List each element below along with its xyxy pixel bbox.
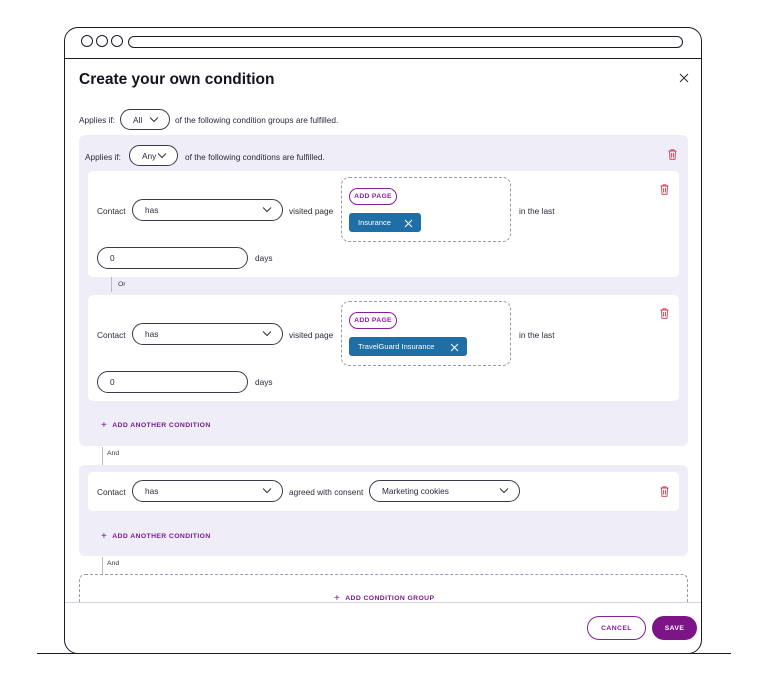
add-page-button[interactable]: ADD PAGE [349, 188, 397, 205]
applies-outer-suffix: of the following condition groups are fu… [175, 115, 339, 125]
and-connector-line [102, 557, 104, 575]
days-input[interactable]: 0 [97, 247, 248, 269]
chevron-down-icon [149, 116, 159, 122]
condition-action: agreed with consent [289, 487, 364, 497]
dialog-title: Create your own condition [79, 71, 275, 88]
condition-group-1: Applies if: Any of the following conditi… [79, 135, 688, 446]
operator-value: has [145, 486, 159, 496]
operator-select[interactable]: has [132, 199, 283, 221]
condition-group-2: Contact has agreed with consent Marketin… [79, 465, 688, 556]
or-connector-label: Or [118, 281, 126, 288]
bottom-baseline [37, 653, 731, 655]
condition-subject: Contact [97, 487, 126, 497]
or-connector-line [111, 277, 113, 292]
consent-value: Marketing cookies [382, 486, 449, 496]
applies-group-select[interactable]: Any [129, 145, 178, 166]
add-another-condition-button[interactable]: + ADD ANOTHER CONDITION [101, 419, 211, 431]
plus-icon: + [101, 420, 108, 431]
and-connector-label: And [107, 450, 120, 457]
condition-action: visited page [289, 330, 334, 340]
days-input-value: 0 [110, 377, 115, 387]
and-connector-line [102, 447, 104, 465]
window-dot-icon [111, 35, 123, 47]
condition-subject: Contact [97, 206, 126, 216]
applies-group-label: Applies if: [85, 152, 121, 162]
applies-group-suffix: of the following conditions are fulfille… [185, 152, 325, 162]
page-chip-label: TravelGuard Insurance [358, 342, 435, 351]
applies-outer-label: Applies if: [79, 115, 115, 125]
add-another-condition-button[interactable]: + ADD ANOTHER CONDITION [101, 530, 211, 542]
condition-action: visited page [289, 206, 334, 216]
condition-card-1: Contact has visited page ADD PAGE Insura… [88, 171, 679, 277]
page-chip-label: Insurance [358, 218, 391, 227]
chevron-down-icon [262, 207, 272, 213]
cancel-button[interactable]: CANCEL [587, 616, 646, 640]
footer-divider [65, 602, 701, 603]
delete-condition-trash-icon[interactable] [660, 308, 669, 319]
browser-window: Create your own condition Applies if: Al… [64, 27, 702, 654]
close-icon[interactable] [677, 71, 691, 85]
add-another-condition-label: ADD ANOTHER CONDITION [112, 533, 211, 540]
and-connector-label: And [107, 560, 120, 567]
remove-chip-icon[interactable] [450, 343, 459, 352]
conditions-scroll-area[interactable]: Applies if: Any of the following conditi… [65, 128, 701, 602]
delete-condition-trash-icon[interactable] [660, 184, 669, 195]
condition-card-3: Contact has agreed with consent Marketin… [88, 472, 679, 511]
window-dot-icon [81, 35, 93, 47]
plus-icon: + [334, 593, 341, 602]
remove-chip-icon[interactable] [404, 219, 413, 228]
plus-icon: + [101, 531, 108, 542]
period-label: in the last [519, 330, 555, 340]
add-condition-group-area[interactable]: + ADD CONDITION GROUP [79, 574, 688, 602]
chevron-down-icon [262, 331, 272, 337]
add-condition-group-label: ADD CONDITION GROUP [345, 595, 435, 602]
operator-select[interactable]: has [132, 323, 283, 345]
days-input[interactable]: 0 [97, 371, 248, 393]
delete-condition-trash-icon[interactable] [660, 486, 669, 497]
add-page-button[interactable]: ADD PAGE [349, 312, 397, 329]
page-selection-box: ADD PAGE TravelGuard Insurance [341, 301, 511, 366]
condition-subject: Contact [97, 330, 126, 340]
consent-select[interactable]: Marketing cookies [369, 480, 520, 502]
days-unit-label: days [255, 253, 273, 263]
condition-card-2: Contact has visited page ADD PAGE Travel… [88, 295, 679, 401]
chevron-down-icon [262, 488, 272, 494]
page-chip: Insurance [349, 213, 421, 232]
operator-value: has [145, 329, 159, 339]
period-label: in the last [519, 206, 555, 216]
save-button[interactable]: SAVE [652, 616, 697, 640]
browser-titlebar [65, 28, 701, 59]
add-condition-group-button[interactable]: + ADD CONDITION GROUP [334, 592, 434, 602]
page-selection-box: ADD PAGE Insurance [341, 177, 511, 242]
add-another-condition-label: ADD ANOTHER CONDITION [112, 422, 211, 429]
applies-outer-select[interactable]: All [120, 109, 170, 130]
days-input-value: 0 [110, 253, 115, 263]
delete-group-trash-icon[interactable] [668, 149, 677, 160]
operator-value: has [145, 205, 159, 215]
operator-select[interactable]: has [132, 480, 283, 502]
window-dot-icon [96, 35, 108, 47]
applies-group-value: Any [142, 150, 157, 161]
chevron-down-icon [157, 152, 167, 158]
page-chip: TravelGuard Insurance [349, 337, 467, 356]
applies-outer-value: All [133, 114, 143, 125]
address-bar[interactable] [128, 36, 683, 48]
chevron-down-icon [499, 488, 509, 494]
days-unit-label: days [255, 377, 273, 387]
